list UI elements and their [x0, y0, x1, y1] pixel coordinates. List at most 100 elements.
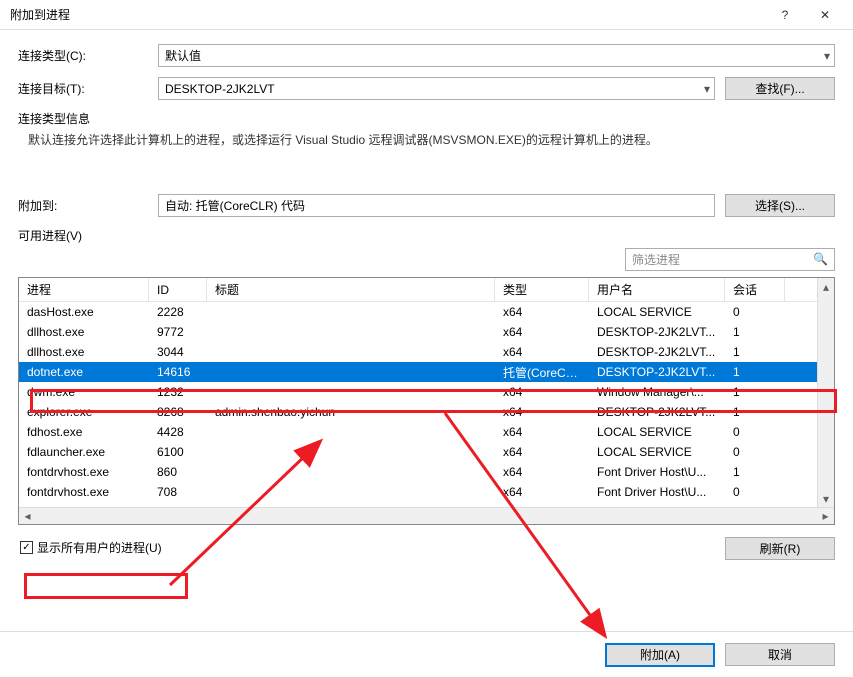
chevron-down-icon: ▾: [824, 49, 830, 63]
table-row[interactable]: fdlauncher.exe6100x64LOCAL SERVICE0: [19, 442, 817, 462]
attach-to-label: 附加到:: [18, 197, 158, 214]
cell-proc: fdlauncher.exe: [19, 445, 149, 459]
cell-id: 9772: [149, 325, 207, 339]
cell-id: 3044: [149, 345, 207, 359]
cell-proc: dllhost.exe: [19, 325, 149, 339]
cell-id: 8268: [149, 405, 207, 419]
cell-proc: fdhost.exe: [19, 425, 149, 439]
col-header-title[interactable]: 标题: [207, 278, 495, 301]
cell-user: LOCAL SERVICE: [589, 425, 725, 439]
cell-user: Font Driver Host\U...: [589, 465, 725, 479]
table-row[interactable]: fontdrvhost.exe860x64Font Driver Host\U.…: [19, 462, 817, 482]
attach-to-field: 自动: 托管(CoreCLR) 代码: [158, 194, 715, 217]
cell-type: x64: [495, 385, 589, 399]
table-header: 进程 ID 标题 类型 用户名 会话: [19, 278, 817, 302]
table-row[interactable]: dasHost.exe2228x64LOCAL SERVICE0: [19, 302, 817, 322]
dialog-title: 附加到进程: [8, 6, 765, 23]
cell-id: 860: [149, 465, 207, 479]
horizontal-scrollbar[interactable]: ◂ ▸: [19, 507, 834, 524]
col-header-user[interactable]: 用户名: [589, 278, 725, 301]
cell-type: x64: [495, 325, 589, 339]
connection-info-label: 连接类型信息: [18, 110, 835, 127]
cell-type: x64: [495, 345, 589, 359]
cell-user: Font Driver Host\U...: [589, 485, 725, 499]
cell-proc: dotnet.exe: [19, 365, 149, 379]
cell-sess: 0: [725, 305, 785, 319]
table-row[interactable]: dotnet.exe14616 托管(CoreCL...DESKTOP-2JK2L…: [19, 362, 817, 382]
attach-button[interactable]: 附加(A): [605, 643, 715, 667]
show-all-users-label: 显示所有用户的进程(U): [37, 539, 162, 556]
help-button[interactable]: ?: [765, 1, 805, 29]
cell-proc: dasHost.exe: [19, 305, 149, 319]
find-button[interactable]: 查找(F)...: [725, 77, 835, 100]
cell-proc: dwm.exe: [19, 385, 149, 399]
cell-user: LOCAL SERVICE: [589, 445, 725, 459]
connection-target-value: DESKTOP-2JK2LVT: [165, 82, 275, 96]
chevron-down-icon: ▾: [704, 82, 710, 96]
cell-sess: 0: [725, 485, 785, 499]
cell-user: DESKTOP-2JK2LVT...: [589, 325, 725, 339]
vertical-scrollbar[interactable]: ▴ ▾: [817, 278, 834, 507]
cell-type: x64: [495, 405, 589, 419]
cell-sess: 1: [725, 325, 785, 339]
cell-sess: 1: [725, 385, 785, 399]
close-button[interactable]: ✕: [805, 1, 845, 29]
cell-proc: fontdrvhost.exe: [19, 465, 149, 479]
connection-type-combo[interactable]: 默认值 ▾: [158, 44, 835, 67]
process-table[interactable]: 进程 ID 标题 类型 用户名 会话 dasHost.exe2228x64LOC…: [18, 277, 835, 525]
cell-sess: 1: [725, 405, 785, 419]
checkbox-icon: ✓: [20, 541, 33, 554]
cell-type: x64: [495, 425, 589, 439]
col-header-type[interactable]: 类型: [495, 278, 589, 301]
table-row[interactable]: dllhost.exe9772 x64DESKTOP-2JK2LVT...1: [19, 322, 817, 342]
cell-user: DESKTOP-2JK2LVT...: [589, 365, 725, 379]
scroll-right-icon[interactable]: ▸: [817, 508, 834, 525]
filter-placeholder: 筛选进程: [632, 251, 680, 268]
table-row[interactable]: fdhost.exe4428x64LOCAL SERVICE0: [19, 422, 817, 442]
cell-type: x64: [495, 305, 589, 319]
cell-id: 708: [149, 485, 207, 499]
cell-user: Window Manager\...: [589, 385, 725, 399]
cell-user: DESKTOP-2JK2LVT...: [589, 405, 725, 419]
available-processes-label: 可用进程(V): [18, 227, 835, 244]
connection-target-label: 连接目标(T):: [18, 80, 158, 97]
cell-sess: 0: [725, 425, 785, 439]
cell-proc: explorer.exe: [19, 405, 149, 419]
show-all-users-checkbox[interactable]: ✓ 显示所有用户的进程(U): [18, 537, 168, 558]
search-icon: 🔍: [813, 252, 828, 266]
scroll-up-icon[interactable]: ▴: [818, 278, 835, 295]
col-header-session[interactable]: 会话: [725, 278, 785, 301]
scroll-down-icon[interactable]: ▾: [818, 490, 835, 507]
col-header-id[interactable]: ID: [149, 278, 207, 301]
annotation-checkbox: [24, 573, 188, 599]
table-row[interactable]: explorer.exe8268admin.shenbao.yichunx64D…: [19, 402, 817, 422]
cell-type: x64: [495, 485, 589, 499]
cell-id: 1232: [149, 385, 207, 399]
col-header-process[interactable]: 进程: [19, 278, 149, 301]
refresh-button[interactable]: 刷新(R): [725, 537, 835, 560]
connection-type-label: 连接类型(C):: [18, 47, 158, 64]
cell-id: 14616: [149, 365, 207, 379]
cell-user: DESKTOP-2JK2LVT...: [589, 345, 725, 359]
connection-target-combo[interactable]: DESKTOP-2JK2LVT ▾: [158, 77, 715, 100]
cell-proc: fontdrvhost.exe: [19, 485, 149, 499]
cell-type: 托管(CoreCL...: [495, 364, 589, 381]
table-row[interactable]: fontdrvhost.exe708 x64Font Driver Host\U.…: [19, 482, 817, 502]
table-row[interactable]: dllhost.exe3044 x64DESKTOP-2JK2LVT...1: [19, 342, 817, 362]
cell-sess: 1: [725, 365, 785, 379]
cell-proc: dllhost.exe: [19, 345, 149, 359]
connection-type-value: 默认值: [165, 47, 201, 64]
cell-user: LOCAL SERVICE: [589, 305, 725, 319]
cell-type: x64: [495, 445, 589, 459]
cell-sess: 0: [725, 445, 785, 459]
connection-info-text: 默认连接允许选择此计算机上的进程，或选择运行 Visual Studio 远程调…: [28, 131, 835, 148]
filter-input[interactable]: 筛选进程 🔍: [625, 248, 835, 271]
cell-sess: 1: [725, 345, 785, 359]
cancel-button[interactable]: 取消: [725, 643, 835, 666]
select-button[interactable]: 选择(S)...: [725, 194, 835, 217]
cell-title: admin.shenbao.yichun: [207, 405, 495, 419]
scroll-left-icon[interactable]: ◂: [19, 508, 36, 525]
table-row[interactable]: dwm.exe1232 x64Window Manager\...1: [19, 382, 817, 402]
cell-sess: 1: [725, 465, 785, 479]
attach-to-value: 自动: 托管(CoreCLR) 代码: [165, 197, 305, 214]
